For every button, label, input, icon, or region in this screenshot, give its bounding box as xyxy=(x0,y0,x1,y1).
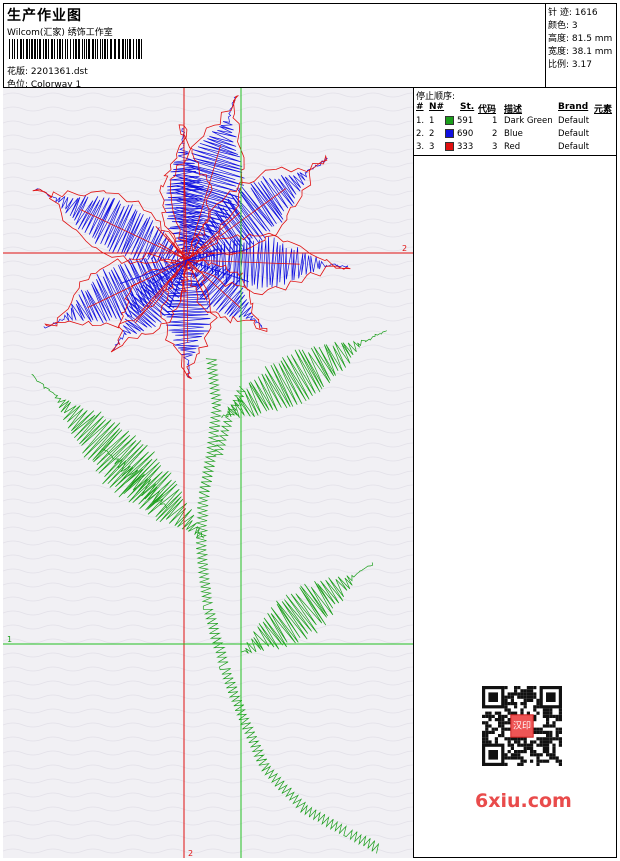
barcode xyxy=(9,39,142,59)
seal-stamp: 汉印 xyxy=(510,714,534,738)
row3-needle: 3 xyxy=(429,142,435,152)
stitch-count: 针 迹: 1616 xyxy=(548,8,598,18)
guide-label-top: 2 xyxy=(402,244,407,253)
stop-sequence-title: 停止顺序: xyxy=(416,92,456,102)
row2-index: 2. xyxy=(416,129,425,139)
row2-description: Blue xyxy=(504,129,523,139)
page-title: 生产作业图 xyxy=(7,8,82,24)
row3-index: 3. xyxy=(416,142,425,152)
embroidery-artwork: 2 1 2 xyxy=(3,88,413,858)
col-header-element: 元素 xyxy=(594,105,613,115)
row1-brand: Default xyxy=(558,116,590,126)
svg-text:汉印: 汉印 xyxy=(513,720,531,732)
guide-label-bottom: 1 xyxy=(7,635,12,644)
header-info: 生产作业图 Wilcom(汇家) 绣饰工作室 花版: 2201361.dst 色… xyxy=(3,3,546,90)
col-header-needle: N# xyxy=(429,102,445,112)
row3-code: 3 xyxy=(492,142,498,152)
design-ratio: 比例: 3.17 xyxy=(548,60,592,70)
qr-code: 汉印 xyxy=(470,682,578,782)
col-header-code: 代码 xyxy=(478,105,497,115)
row2-needle: 2 xyxy=(429,129,435,139)
row3-description: Red xyxy=(504,142,521,152)
row1-needle: 1 xyxy=(429,116,435,126)
design-height: 高度: 81.5 mm xyxy=(548,34,613,44)
col-header-description: 描述 xyxy=(504,105,523,115)
row3-color-swatch xyxy=(445,142,454,151)
embroidery-preview: 2 1 2 xyxy=(3,88,414,858)
row2-color-swatch xyxy=(445,129,454,138)
row2-code: 2 xyxy=(492,129,498,139)
row1-index: 1. xyxy=(416,116,425,126)
row1-stitches: 591 xyxy=(457,116,474,126)
row3-brand: Default xyxy=(558,142,590,152)
stop-sequence-panel: 停止顺序: # N# St. 代码 描述 Brand 元素 1. 1 591 1… xyxy=(414,88,617,156)
col-header-index: # xyxy=(416,102,424,112)
row1-color-swatch xyxy=(445,116,454,125)
row1-description: Dark Green xyxy=(504,116,553,126)
design-stats: 针 迹: 1616 颜色: 3 高度: 81.5 mm 宽度: 38.1 mm … xyxy=(546,3,617,88)
col-header-stitches: St. xyxy=(460,102,475,112)
watermark-logo: 6xiu.com xyxy=(475,790,572,812)
color-count: 颜色: 3 xyxy=(548,21,578,31)
design-file-label: 花版: 2201361.dst xyxy=(7,67,88,77)
qr-code-image: 汉印 xyxy=(482,686,562,766)
row1-code: 1 xyxy=(492,116,498,126)
guide-label-vertical: 2 xyxy=(188,849,193,858)
col-header-brand: Brand xyxy=(558,102,589,112)
company-name: Wilcom(汇家) 绣饰工作室 xyxy=(7,28,113,38)
design-width: 宽度: 38.1 mm xyxy=(548,47,613,57)
row2-stitches: 690 xyxy=(457,129,474,139)
row3-stitches: 333 xyxy=(457,142,474,152)
row2-brand: Default xyxy=(558,129,590,139)
